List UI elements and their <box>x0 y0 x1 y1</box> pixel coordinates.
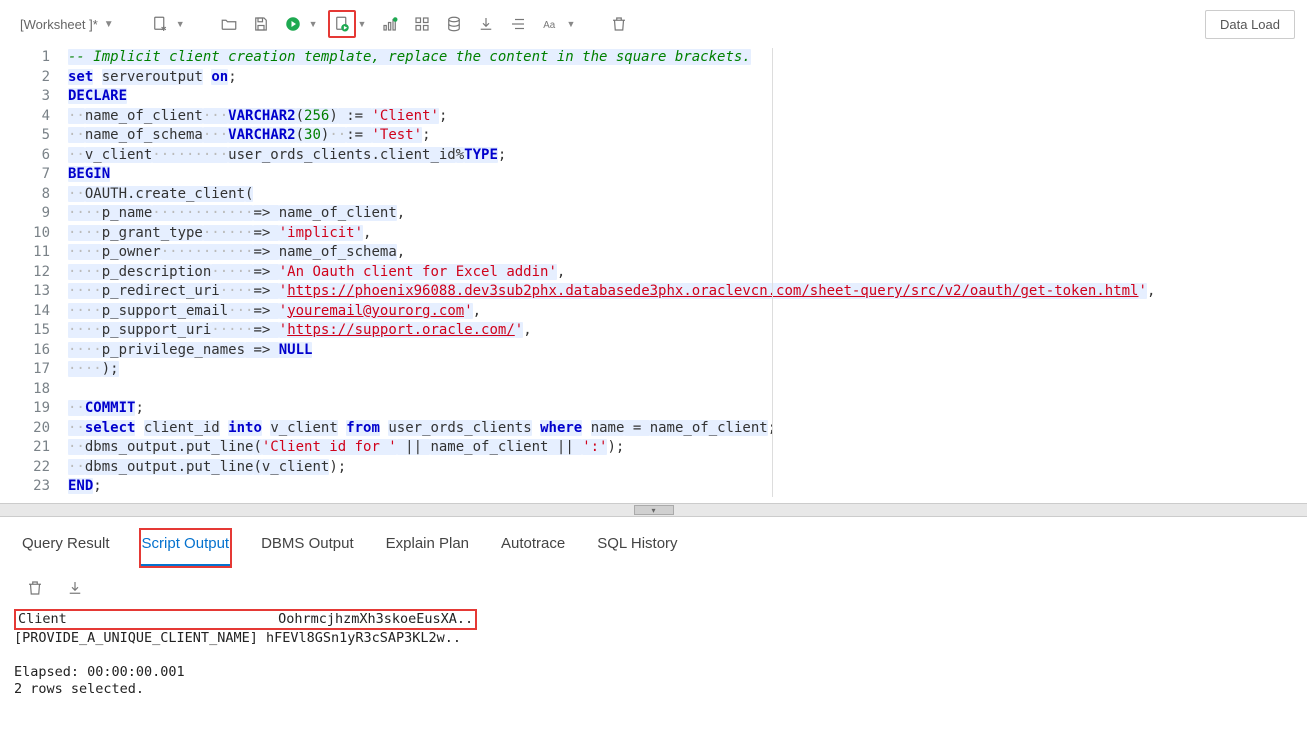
autotrace-icon[interactable] <box>408 10 436 38</box>
output-tabs: Query Result Script Output DBMS Output Expl… <box>0 517 1307 567</box>
chevron-down-icon[interactable]: ▼ <box>566 19 575 29</box>
code-area[interactable]: -- Implicit client creation template, re… <box>68 48 1307 497</box>
tab-autotrace[interactable]: Autotrace <box>499 529 567 567</box>
chevron-down-icon[interactable]: ▼ <box>309 19 318 29</box>
tab-query-result[interactable]: Query Result <box>20 529 112 567</box>
font-case-icon[interactable]: Aa <box>536 10 564 38</box>
run-script-icon[interactable] <box>328 10 356 38</box>
script-output: Client OohrmcjhzmXh3skoeEusXA.. [PROVIDE… <box>0 605 1307 710</box>
svg-text:✱: ✱ <box>160 25 166 33</box>
output-row2: [PROVIDE_A_UNIQUE_CLIENT_NAME] hFEVl8GSn… <box>14 630 461 646</box>
output-client-name: Client <box>18 611 67 627</box>
output-elapsed: Elapsed: 00:00:00.001 <box>14 664 185 680</box>
code-editor[interactable]: 1234567891011121314151617181920212223 --… <box>0 48 1307 503</box>
tab-sql-history[interactable]: SQL History <box>595 529 679 567</box>
grip-icon: ▾ <box>634 505 674 515</box>
output-rowcount: 2 rows selected. <box>14 681 144 697</box>
chevron-down-icon[interactable]: ▼ <box>358 19 367 29</box>
toolbar: [Worksheet ]* ▼ ✱ ▼ ▼ ▼ Aa ▼ Data Load <box>0 0 1307 48</box>
save-icon[interactable] <box>247 10 275 38</box>
chevron-down-icon: ▼ <box>104 19 114 30</box>
worksheet-selector[interactable]: [Worksheet ]* ▼ <box>12 13 122 36</box>
line-gutter: 1234567891011121314151617181920212223 <box>10 48 68 497</box>
explain-plan-icon[interactable] <box>376 10 404 38</box>
run-statement-icon[interactable] <box>279 10 307 38</box>
chevron-down-icon[interactable]: ▼ <box>176 19 185 29</box>
tab-explain-plan[interactable]: Explain Plan <box>384 529 471 567</box>
worksheet-label: [Worksheet ]* <box>20 17 98 32</box>
open-folder-icon[interactable] <box>215 10 243 38</box>
data-load-button[interactable]: Data Load <box>1205 10 1295 39</box>
tab-script-output[interactable]: Script Output <box>140 529 232 567</box>
trash-icon[interactable] <box>605 10 633 38</box>
output-toolbar <box>0 567 1307 605</box>
download-icon[interactable] <box>472 10 500 38</box>
database-icon[interactable] <box>440 10 468 38</box>
svg-text:Aa: Aa <box>544 20 557 31</box>
download-icon[interactable] <box>64 577 86 599</box>
output-client-id: OohrmcjhzmXh3skoeEusXA.. <box>278 611 473 627</box>
trash-icon[interactable] <box>24 577 46 599</box>
format-icon[interactable] <box>504 10 532 38</box>
tab-dbms-output[interactable]: DBMS Output <box>259 529 356 567</box>
splitter[interactable]: ▾ <box>0 503 1307 517</box>
new-worksheet-icon[interactable]: ✱ <box>146 10 174 38</box>
